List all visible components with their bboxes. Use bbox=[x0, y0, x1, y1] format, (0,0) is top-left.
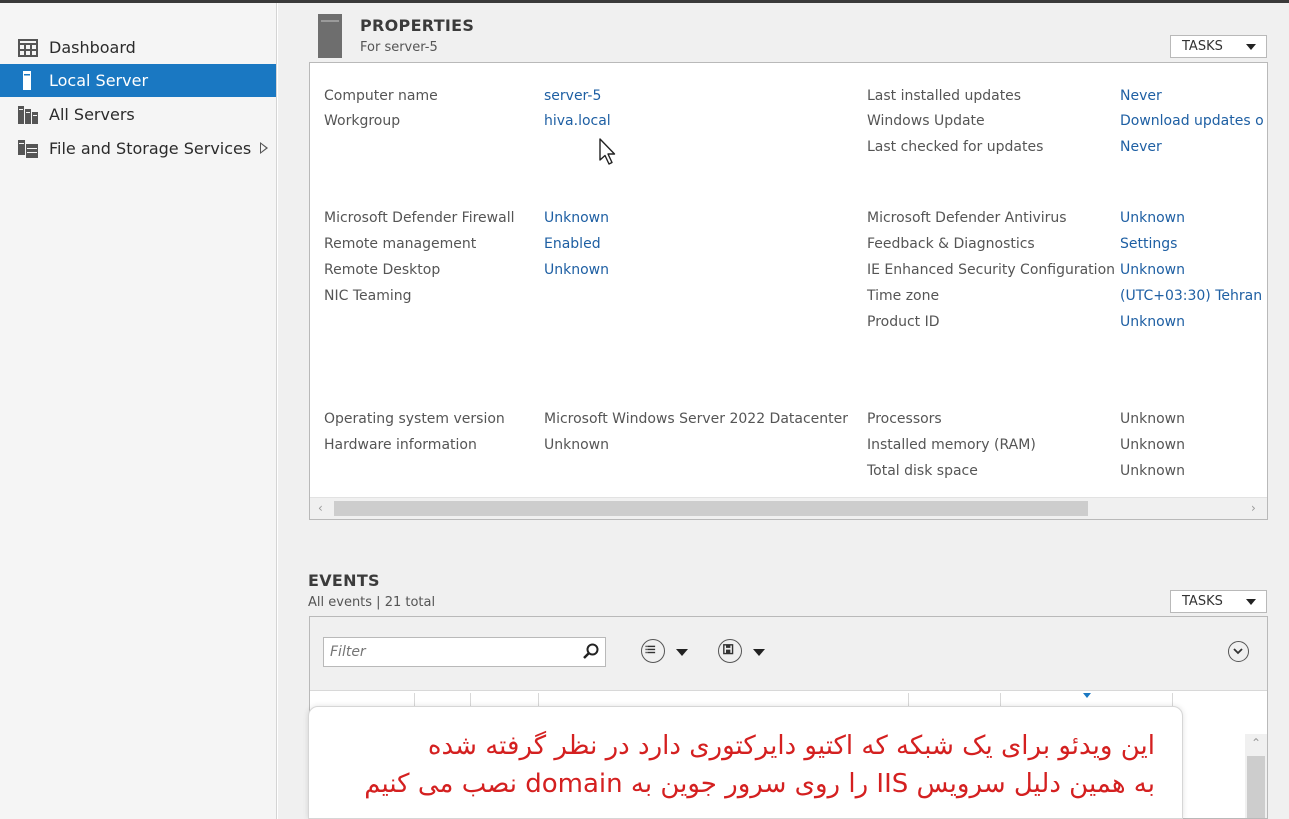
nic-teaming-label: NIC Teaming bbox=[324, 288, 412, 304]
sidebar-nav: Dashboard Local Server All Servers File … bbox=[0, 3, 277, 819]
firewall-link[interactable]: Unknown bbox=[544, 210, 609, 226]
ie-security-link[interactable]: Unknown bbox=[1120, 262, 1185, 278]
feedback-diagnostics-link[interactable]: Settings bbox=[1120, 236, 1177, 252]
memory-value: Unknown bbox=[1120, 437, 1185, 453]
properties-server-icon bbox=[318, 14, 342, 58]
filter-input[interactable] bbox=[323, 637, 606, 667]
last-installed-updates-link[interactable]: Never bbox=[1120, 88, 1162, 104]
column-divider[interactable] bbox=[1172, 693, 1173, 707]
scroll-up-icon[interactable]: ⌃ bbox=[1251, 736, 1261, 750]
properties-panel: Computer name server-5 Workgroup hiva.lo… bbox=[309, 62, 1268, 520]
scroll-right-icon[interactable]: › bbox=[1251, 501, 1256, 515]
server-icon bbox=[23, 71, 31, 90]
hardware-info-value: Unknown bbox=[544, 437, 609, 453]
properties-title: PROPERTIES bbox=[360, 16, 475, 35]
sidebar-item-dashboard[interactable]: Dashboard bbox=[0, 31, 276, 64]
events-title: EVENTS bbox=[308, 571, 380, 590]
os-version-value: Microsoft Windows Server 2022 Datacenter bbox=[544, 411, 849, 427]
sidebar-item-label: All Servers bbox=[49, 105, 135, 124]
disk-space-value: Unknown bbox=[1120, 463, 1185, 479]
antivirus-link[interactable]: Unknown bbox=[1120, 210, 1185, 226]
search-icon[interactable] bbox=[583, 643, 599, 659]
windows-update-link[interactable]: Download updates o bbox=[1120, 113, 1264, 129]
remote-management-link[interactable]: Enabled bbox=[544, 236, 601, 252]
scroll-left-icon[interactable]: ‹ bbox=[318, 501, 323, 515]
servers-icon bbox=[18, 106, 38, 124]
hardware-info-label: Hardware information bbox=[324, 437, 477, 453]
expand-filter-button[interactable] bbox=[1228, 641, 1249, 662]
video-caption-overlay: این ویدئو برای یک شبکه که اکتیو دایرکتور… bbox=[308, 706, 1183, 819]
dropdown-arrow-icon bbox=[1246, 44, 1256, 50]
workgroup-label: Workgroup bbox=[324, 113, 401, 129]
workgroup-link[interactable]: hiva.local bbox=[544, 113, 611, 129]
column-divider[interactable] bbox=[470, 693, 471, 707]
save-icon bbox=[723, 644, 734, 655]
product-id-link[interactable]: Unknown bbox=[1120, 314, 1185, 330]
column-divider[interactable] bbox=[538, 693, 539, 707]
firewall-label: Microsoft Defender Firewall bbox=[324, 210, 515, 226]
mouse-cursor-icon bbox=[599, 138, 616, 165]
computer-name-label: Computer name bbox=[324, 88, 438, 104]
processors-label: Processors bbox=[867, 411, 942, 427]
scrollbar-thumb[interactable] bbox=[334, 501, 1088, 516]
scrollbar-thumb[interactable] bbox=[1247, 756, 1265, 818]
last-checked-link[interactable]: Never bbox=[1120, 139, 1162, 155]
time-zone-link[interactable]: (UTC+03:30) Tehran bbox=[1120, 288, 1262, 304]
chevron-right-icon[interactable] bbox=[260, 142, 268, 154]
antivirus-label: Microsoft Defender Antivirus bbox=[867, 210, 1067, 226]
column-divider[interactable] bbox=[1000, 693, 1001, 707]
properties-subtitle: For server-5 bbox=[360, 40, 438, 55]
sidebar-item-label: Dashboard bbox=[49, 38, 136, 57]
remote-desktop-link[interactable]: Unknown bbox=[544, 262, 609, 278]
remote-management-label: Remote management bbox=[324, 236, 477, 252]
sidebar-item-file-storage[interactable]: File and Storage Services bbox=[0, 132, 276, 165]
ie-security-label: IE Enhanced Security Configuration bbox=[867, 262, 1116, 278]
sidebar-item-label: File and Storage Services bbox=[49, 139, 252, 158]
remote-desktop-label: Remote Desktop bbox=[324, 262, 441, 278]
events-filter-bar bbox=[310, 617, 1267, 691]
column-divider[interactable] bbox=[908, 693, 909, 707]
vertical-scrollbar[interactable]: ⌃ bbox=[1245, 734, 1267, 818]
chevron-down-icon bbox=[1233, 648, 1243, 655]
sidebar-item-all-servers[interactable]: All Servers bbox=[0, 98, 276, 131]
time-zone-label: Time zone bbox=[867, 288, 940, 304]
sort-arrow-icon[interactable] bbox=[1082, 693, 1092, 699]
events-tasks-button[interactable]: TASKS bbox=[1170, 590, 1267, 613]
disk-space-label: Total disk space bbox=[867, 463, 978, 479]
processors-value: Unknown bbox=[1120, 411, 1185, 427]
product-id-label: Product ID bbox=[867, 314, 940, 330]
column-divider[interactable] bbox=[414, 693, 415, 707]
horizontal-scrollbar[interactable]: ‹ › bbox=[310, 497, 1267, 519]
caption-line-2: به همین دلیل سرویس IIS را روی سرور جوین … bbox=[364, 769, 1155, 799]
sidebar-item-local-server[interactable]: Local Server bbox=[0, 64, 276, 97]
save-query-button[interactable] bbox=[718, 639, 742, 663]
last-checked-label: Last checked for updates bbox=[867, 139, 1044, 155]
list-options-button[interactable] bbox=[641, 639, 665, 663]
windows-update-label: Windows Update bbox=[867, 113, 985, 129]
dropdown-arrow-icon bbox=[1246, 599, 1256, 605]
events-subtitle: All events | 21 total bbox=[308, 595, 436, 610]
properties-tasks-button[interactable]: TASKS bbox=[1170, 35, 1267, 58]
feedback-diagnostics-label: Feedback & Diagnostics bbox=[867, 236, 1035, 252]
memory-label: Installed memory (RAM) bbox=[867, 437, 1036, 453]
sidebar-item-label: Local Server bbox=[49, 71, 149, 90]
storage-icon bbox=[18, 140, 38, 158]
list-icon bbox=[645, 645, 656, 654]
save-query-dropdown-icon[interactable] bbox=[753, 649, 765, 656]
os-version-label: Operating system version bbox=[324, 411, 505, 427]
dashboard-icon bbox=[18, 39, 38, 57]
computer-name-link[interactable]: server-5 bbox=[544, 88, 601, 104]
last-installed-updates-label: Last installed updates bbox=[867, 88, 1022, 104]
list-options-dropdown-icon[interactable] bbox=[676, 649, 688, 656]
caption-line-1: این ویدئو برای یک شبکه که اکتیو دایرکتور… bbox=[427, 731, 1155, 761]
